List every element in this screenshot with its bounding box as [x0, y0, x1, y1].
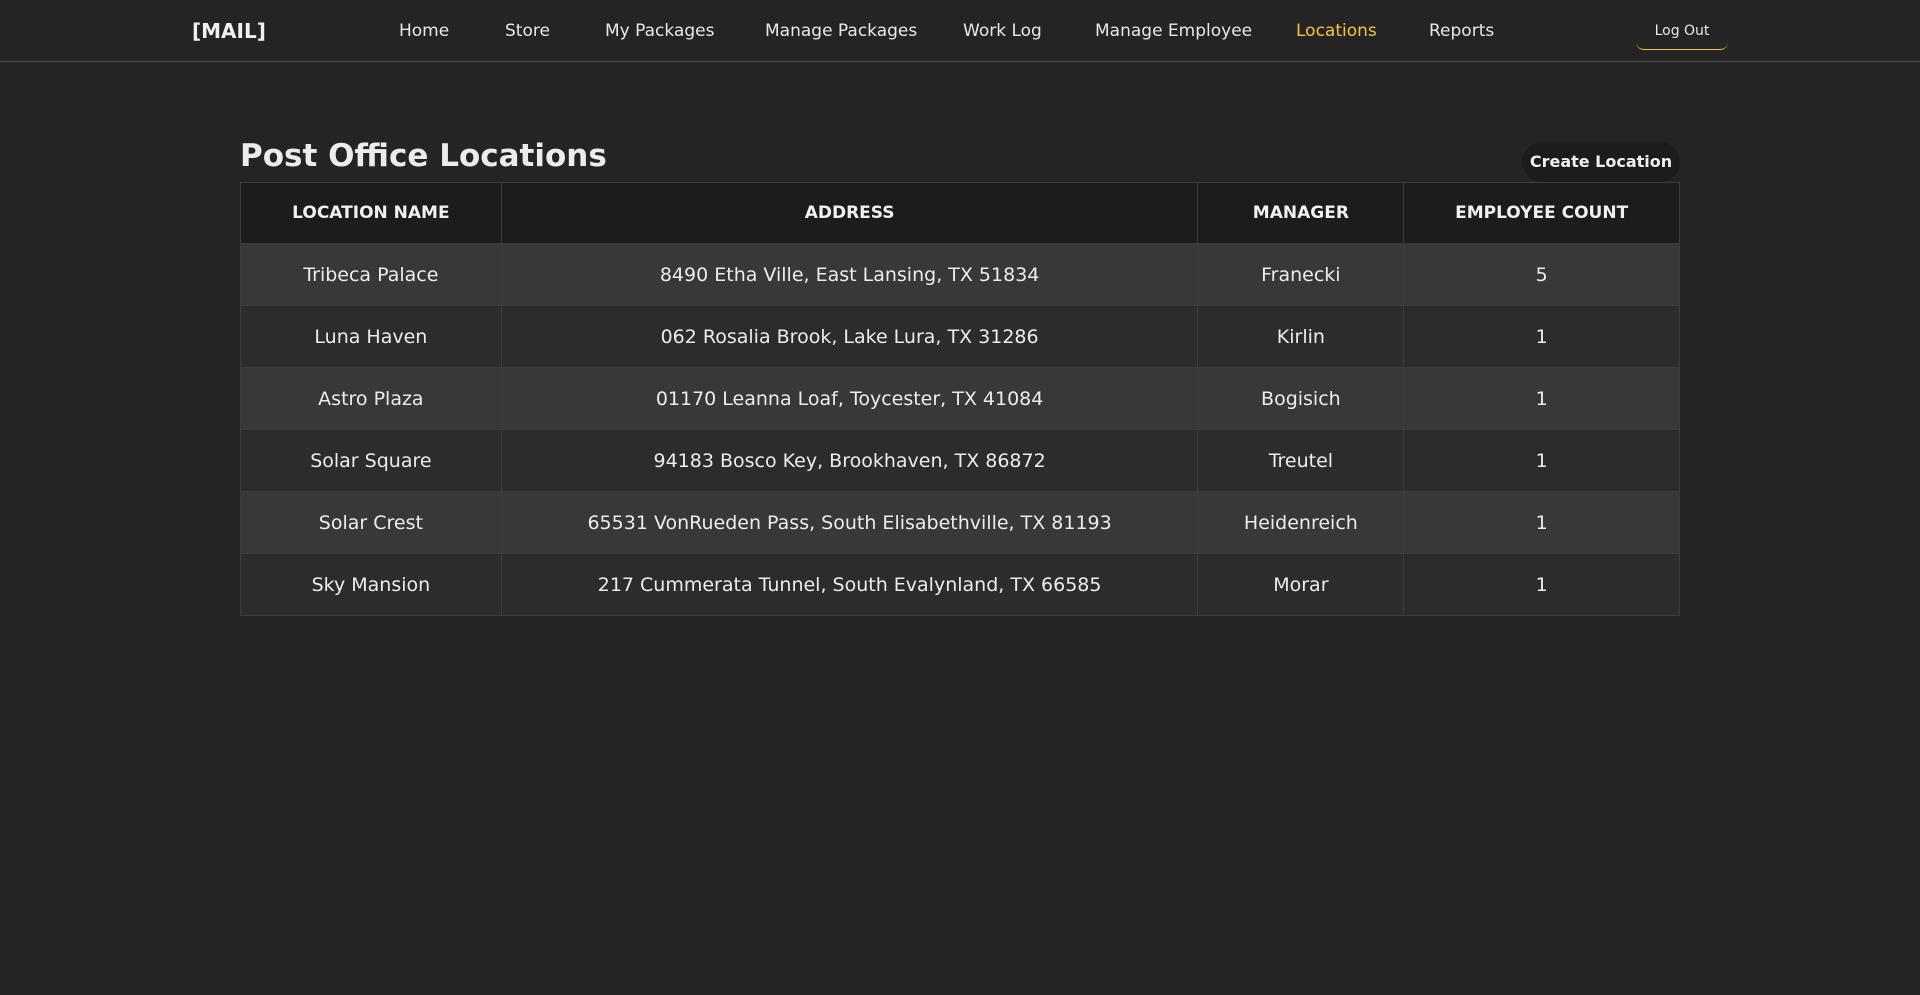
- cell-manager: Bogisich: [1197, 367, 1405, 430]
- cell-manager: Morar: [1197, 553, 1405, 616]
- cell-manager: Kirlin: [1197, 305, 1405, 368]
- nav-item-home[interactable]: Home: [399, 0, 449, 62]
- nav-item-manage-employee[interactable]: Manage Employee: [1095, 0, 1252, 62]
- page-title: Post Office Locations: [240, 138, 607, 174]
- nav-item-store[interactable]: Store: [505, 0, 550, 62]
- cell-employee-count: 1: [1403, 491, 1680, 554]
- create-location-button[interactable]: Create Location: [1522, 142, 1680, 182]
- cell-manager: Franecki: [1197, 243, 1405, 306]
- nav-item-locations[interactable]: Locations: [1296, 0, 1377, 62]
- table-row[interactable]: Tribeca Palace 8490 Etha Ville, East Lan…: [240, 243, 1680, 306]
- cell-address: 01170 Leanna Loaf, Toycester, TX 41084: [500, 367, 1199, 430]
- cell-location-name: Solar Square: [240, 429, 502, 492]
- cell-location-name: Sky Mansion: [240, 553, 502, 616]
- cell-address: 217 Cummerata Tunnel, South Evalynland, …: [500, 553, 1199, 616]
- cell-employee-count: 1: [1403, 305, 1680, 368]
- cell-employee-count: 1: [1403, 429, 1680, 492]
- table-row[interactable]: Sky Mansion 217 Cummerata Tunnel, South …: [240, 553, 1680, 616]
- column-header-address: ADDRESS: [500, 182, 1199, 244]
- nav-links: Home Store My Packages Manage Packages W…: [0, 0, 1920, 62]
- table-header-row: LOCATION NAME ADDRESS MANAGER EMPLOYEE C…: [240, 182, 1680, 244]
- nav-item-my-packages[interactable]: My Packages: [605, 0, 714, 62]
- column-header-location-name: LOCATION NAME: [240, 182, 502, 244]
- cell-address: 65531 VonRueden Pass, South Elisabethvil…: [500, 491, 1199, 554]
- table-row[interactable]: Astro Plaza 01170 Leanna Loaf, Toycester…: [240, 367, 1680, 430]
- column-header-manager: MANAGER: [1197, 182, 1405, 244]
- cell-address: 8490 Etha Ville, East Lansing, TX 51834: [500, 243, 1199, 306]
- table-row[interactable]: Solar Crest 65531 VonRueden Pass, South …: [240, 491, 1680, 554]
- cell-manager: Treutel: [1197, 429, 1405, 492]
- cell-employee-count: 1: [1403, 367, 1680, 430]
- nav-item-reports[interactable]: Reports: [1429, 0, 1494, 62]
- cell-address: 062 Rosalia Brook, Lake Lura, TX 31286: [500, 305, 1199, 368]
- top-navbar: [MAIL] Home Store My Packages Manage Pac…: [0, 0, 1920, 62]
- cell-manager: Heidenreich: [1197, 491, 1405, 554]
- nav-item-manage-packages[interactable]: Manage Packages: [765, 0, 917, 62]
- cell-employee-count: 1: [1403, 553, 1680, 616]
- cell-location-name: Luna Haven: [240, 305, 502, 368]
- logout-button[interactable]: Log Out: [1636, 12, 1728, 50]
- column-header-employee-count: EMPLOYEE COUNT: [1403, 182, 1680, 244]
- nav-item-work-log[interactable]: Work Log: [963, 0, 1042, 62]
- table-row[interactable]: Solar Square 94183 Bosco Key, Brookhaven…: [240, 429, 1680, 492]
- cell-address: 94183 Bosco Key, Brookhaven, TX 86872: [500, 429, 1199, 492]
- cell-location-name: Astro Plaza: [240, 367, 502, 430]
- cell-location-name: Solar Crest: [240, 491, 502, 554]
- cell-location-name: Tribeca Palace: [240, 243, 502, 306]
- table-row[interactable]: Luna Haven 062 Rosalia Brook, Lake Lura,…: [240, 305, 1680, 368]
- locations-table: LOCATION NAME ADDRESS MANAGER EMPLOYEE C…: [240, 182, 1680, 616]
- cell-employee-count: 5: [1403, 243, 1680, 306]
